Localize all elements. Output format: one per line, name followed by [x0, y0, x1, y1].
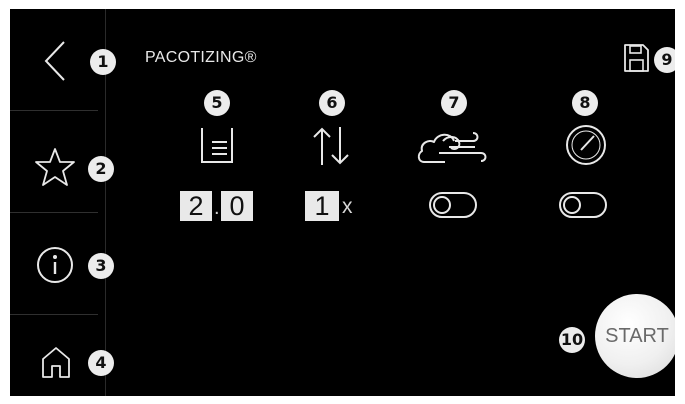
badge-5: 5 — [204, 90, 230, 116]
screen: 1 2 3 4 PACOTIZING® 9 5 2 . 0 6 1 x 7 8 … — [10, 9, 675, 396]
pressure-toggle[interactable] — [559, 192, 607, 218]
badge-3: 3 — [88, 253, 114, 279]
info-button[interactable]: 3 — [10, 213, 114, 313]
toggle-knob — [433, 196, 451, 214]
toggle-knob — [563, 196, 581, 214]
badge-4: 4 — [88, 350, 114, 376]
back-button[interactable]: 1 — [10, 9, 116, 109]
beaker-level-icon — [199, 126, 235, 169]
page-title: PACOTIZING® — [145, 49, 257, 66]
info-icon — [36, 246, 74, 289]
home-icon — [40, 345, 72, 384]
save-button[interactable] — [622, 43, 650, 78]
air-cloud-icon — [415, 127, 493, 172]
badge-7: 7 — [441, 90, 467, 116]
badge-1: 1 — [90, 49, 116, 75]
favorite-button[interactable]: 2 — [10, 111, 114, 211]
portions-digit: 0 — [221, 191, 253, 221]
repeat-suffix: x — [342, 195, 353, 218]
repeat-digit: 1 — [305, 191, 339, 221]
portions-digit: 2 — [180, 191, 212, 221]
chevron-left-icon — [40, 39, 70, 88]
badge-10: 10 — [559, 327, 585, 353]
home-button[interactable]: 4 — [10, 315, 114, 396]
badge-9: 9 — [654, 47, 675, 73]
decimal-point: . — [214, 197, 220, 219]
gauge-icon — [565, 124, 607, 171]
badge-2: 2 — [88, 156, 114, 182]
sidebar: 1 2 3 4 — [10, 9, 116, 396]
start-button[interactable]: START — [595, 294, 675, 378]
overrun-toggle[interactable] — [429, 192, 477, 218]
star-icon — [34, 147, 76, 192]
badge-8: 8 — [572, 90, 598, 116]
badge-6: 6 — [319, 90, 345, 116]
up-down-arrows-icon — [309, 125, 353, 172]
